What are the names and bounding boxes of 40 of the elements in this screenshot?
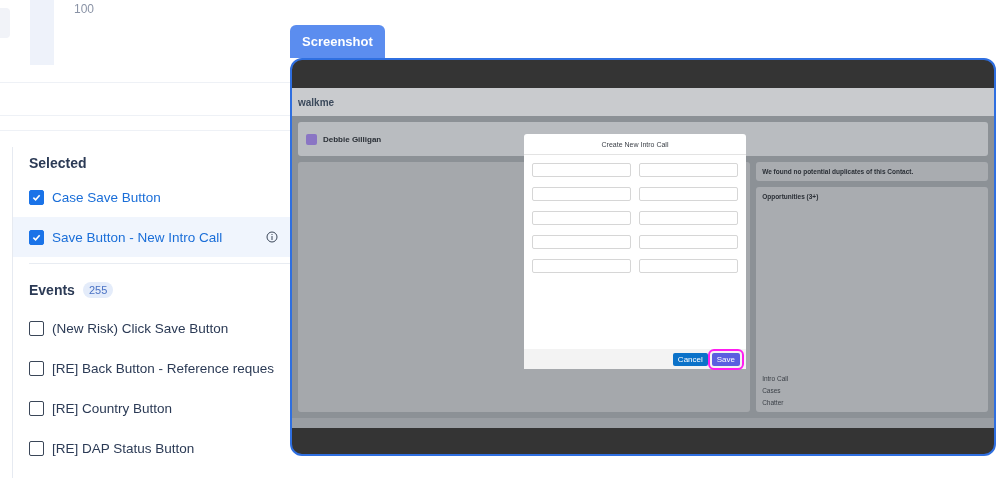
form-field[interactable] xyxy=(532,235,631,249)
form-field[interactable] xyxy=(639,211,738,225)
list-item-row[interactable]: [RE] DAP Status Button xyxy=(13,428,290,468)
item-label: (New Risk) Click Save Button xyxy=(52,320,229,336)
form-field[interactable] xyxy=(639,235,738,249)
form-field[interactable] xyxy=(639,259,738,273)
form-field[interactable] xyxy=(639,187,738,201)
form-field[interactable] xyxy=(532,163,631,177)
item-label: [RE] Country Button xyxy=(52,400,173,416)
section-heading: Selected xyxy=(28,154,88,173)
form-field[interactable] xyxy=(532,211,631,225)
form-field[interactable] xyxy=(532,259,631,273)
checkbox[interactable] xyxy=(29,229,44,245)
list-item-row[interactable]: Case Save Button xyxy=(13,177,290,217)
checkbox[interactable] xyxy=(29,360,44,376)
checkbox[interactable] xyxy=(29,400,44,416)
list-item-row[interactable]: (New Risk) Click Save Button xyxy=(13,308,290,348)
record-name: Debbie Gilligan xyxy=(323,134,382,144)
item-label: [RE] DAP Status Button xyxy=(52,440,195,456)
check-icon xyxy=(32,232,41,242)
list-item-row[interactable]: Save Button - New Intro Call xyxy=(13,217,290,257)
section-heading: Events xyxy=(29,282,75,298)
checkbox[interactable] xyxy=(29,440,44,456)
count-badge: 255 xyxy=(82,282,114,298)
item-label: [RE] Back Button - Reference reques xyxy=(52,360,275,376)
checkbox[interactable] xyxy=(29,189,44,205)
list-item-row[interactable]: [RE] Country Button xyxy=(13,388,290,428)
form-field[interactable] xyxy=(532,187,631,201)
modal-button[interactable]: Cancel xyxy=(672,352,708,366)
form-field[interactable] xyxy=(639,163,738,177)
contact-icon xyxy=(306,133,317,145)
screenshot-tab[interactable]: Screenshot xyxy=(290,25,385,58)
checkbox[interactable] xyxy=(29,320,44,336)
app-logo: walkme xyxy=(298,96,335,108)
item-label: Save Button - New Intro Call xyxy=(52,229,223,245)
list-item-row[interactable]: [RE] Back Button - Reference reques xyxy=(13,348,290,388)
axis-value: 100 xyxy=(74,2,95,16)
check-icon xyxy=(32,192,41,202)
info-icon[interactable] xyxy=(266,231,278,243)
item-label: Case Save Button xyxy=(52,189,161,205)
